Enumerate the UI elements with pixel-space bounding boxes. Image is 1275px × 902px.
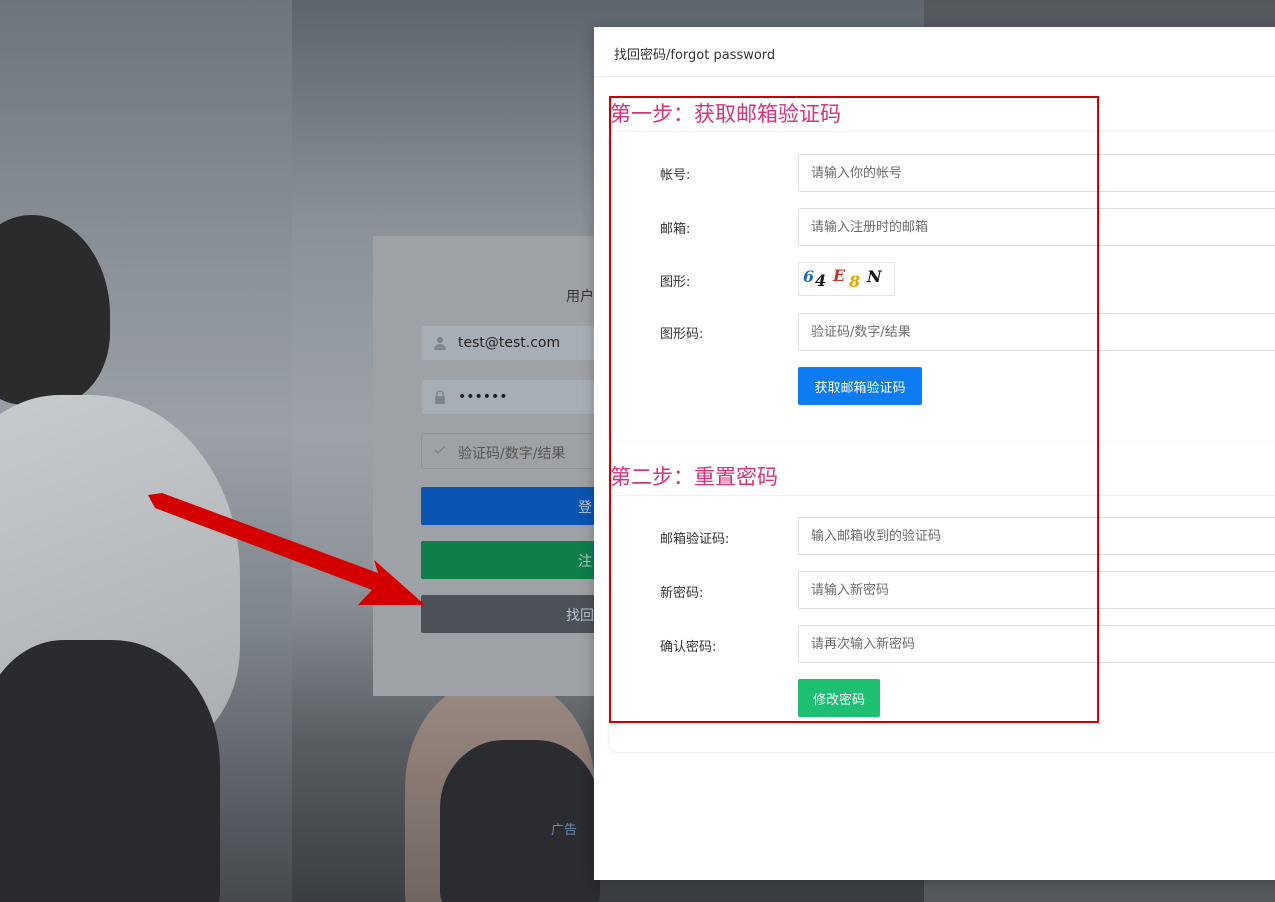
background-figure-pants	[0, 640, 220, 902]
modal-title: 找回密码/forgot password	[614, 48, 776, 63]
red-highlight-box	[609, 96, 1099, 723]
ad-image-alt-text: 广告	[551, 823, 578, 838]
red-arrow-annotation	[148, 493, 425, 605]
broken-ad-image[interactable]: 广告	[551, 819, 591, 838]
modal-header: 找回密码/forgot password	[594, 27, 1275, 77]
